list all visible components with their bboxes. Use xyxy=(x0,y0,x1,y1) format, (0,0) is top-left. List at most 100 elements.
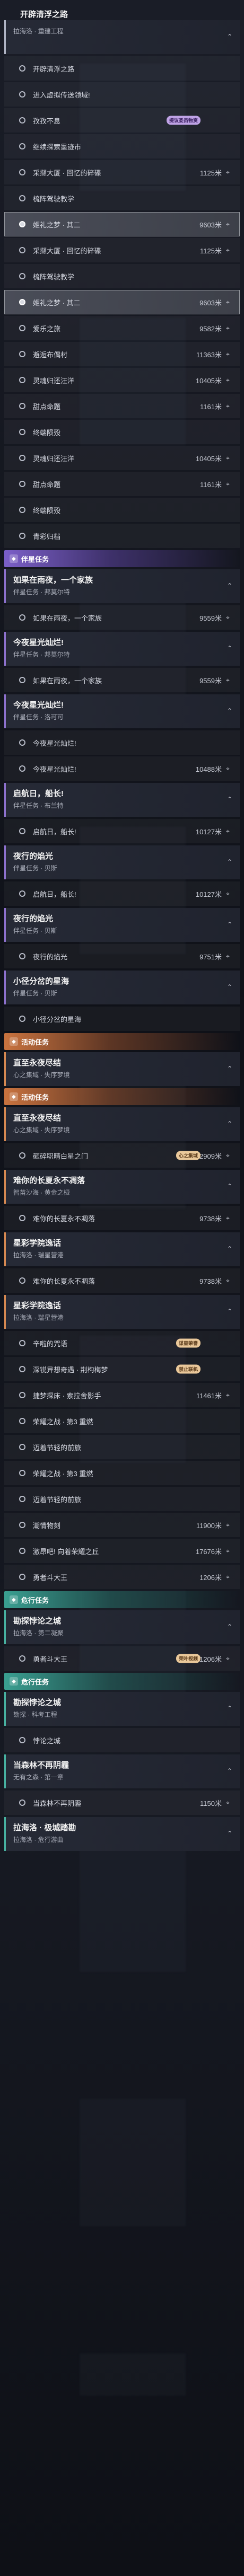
quest-step[interactable]: 爱乐之旅 9582米 ⌖ xyxy=(4,316,240,340)
quest-card[interactable]: 今夜星光灿烂! 伴星任务 · 洛可可 ⌃ xyxy=(4,694,240,728)
quest-card[interactable]: 直至永夜尽结 心之集域 · 失序梦境 ⌃ xyxy=(4,1052,240,1086)
location-pin-icon[interactable]: ⌖ xyxy=(226,1573,232,1581)
collapse-chevron-icon[interactable]: ⌃ xyxy=(227,1246,232,1252)
collapse-chevron-icon[interactable]: ⌃ xyxy=(227,796,232,802)
quest-card[interactable]: 难你的长夏永不凋落 智苗沙海 · 黄金之桠 ⌃ xyxy=(4,1170,240,1204)
collapse-chevron-icon[interactable]: ⌃ xyxy=(227,708,232,714)
quest-step[interactable]: 勇者斗大王 1206米 ⌖ 荣叶视频 xyxy=(4,1646,240,1671)
quest-card[interactable]: 拉海洛 · 极城踏勘 拉海洛 · 危行游曲 ⌃ xyxy=(4,1817,240,1851)
quest-step[interactable]: 砸碎职晴白星之门 2909米 ⌖ 心之集域 xyxy=(4,1143,240,1168)
quest-card[interactable]: 当森林不再阴霾 无有之森 · 第一章 ⌃ xyxy=(4,1754,240,1788)
quest-card[interactable]: 拉海洛 · 重建工程 ⌃ xyxy=(4,20,240,54)
location-pin-icon[interactable]: ⌖ xyxy=(226,480,232,488)
quest-step[interactable]: 深锐异想奇遇 · 荆构梅梦 禁止联机 xyxy=(4,1357,240,1381)
quest-step[interactable]: 悖论之城 xyxy=(4,1728,240,1752)
quest-step[interactable]: 捷梦探床 · 索拉舍影手 11461米 ⌖ xyxy=(4,1383,240,1407)
quest-step[interactable]: 姬礼之梦 · 其二 9603米 ⌖ xyxy=(4,290,240,314)
collapse-chevron-icon[interactable]: ⌃ xyxy=(227,984,232,990)
location-pin-icon[interactable]: ⌖ xyxy=(226,376,232,384)
quest-step[interactable]: 启航日，船长! 10127米 ⌖ xyxy=(4,881,240,906)
quest-step[interactable]: 迈着节轻的前旅 xyxy=(4,1487,240,1511)
quest-card[interactable]: 勘探悖论之城 勘探 · 科考工程 ⌃ xyxy=(4,1692,240,1726)
quest-step[interactable]: 荣耀之战 · 第3 重燃 xyxy=(4,1409,240,1433)
quest-card[interactable]: 星彩学院逸话 拉海洛 · 瑞星营港 ⌃ xyxy=(4,1295,240,1329)
location-pin-icon[interactable]: ⌖ xyxy=(226,169,232,176)
collapse-chevron-icon[interactable]: ⌃ xyxy=(227,1705,232,1712)
location-pin-icon[interactable]: ⌖ xyxy=(226,676,232,684)
location-pin-icon[interactable]: ⌖ xyxy=(226,952,232,960)
location-pin-icon[interactable]: ⌖ xyxy=(226,1547,232,1555)
quest-step[interactable]: 姬礼之梦 · 其二 9603米 ⌖ xyxy=(4,212,240,236)
location-pin-icon[interactable]: ⌖ xyxy=(226,765,232,772)
quest-step[interactable]: 邂逅布偶村 11363米 ⌖ xyxy=(4,342,240,366)
quest-step[interactable]: 如果在雨夜，一个家族 9559米 ⌖ xyxy=(4,605,240,630)
location-pin-icon[interactable]: ⌖ xyxy=(226,614,232,621)
quest-card[interactable]: 夜行的焰光 伴星任务 · 贝斯 ⌃ xyxy=(4,908,240,942)
location-pin-icon[interactable]: ⌖ xyxy=(226,1521,232,1529)
collapse-chevron-icon[interactable]: ⌃ xyxy=(227,921,232,928)
location-pin-icon[interactable]: ⌖ xyxy=(226,454,232,462)
location-pin-icon[interactable]: ⌖ xyxy=(226,1214,232,1222)
collapse-chevron-icon[interactable]: ⌃ xyxy=(227,1308,232,1315)
location-pin-icon[interactable]: ⌖ xyxy=(226,1391,232,1399)
location-pin-icon[interactable]: ⌖ xyxy=(226,324,232,332)
quest-step[interactable]: 青彩归档 xyxy=(4,524,240,548)
location-pin-icon[interactable]: ⌖ xyxy=(226,1152,232,1159)
collapse-chevron-icon[interactable]: ⌃ xyxy=(227,859,232,865)
collapse-chevron-icon[interactable]: ⌃ xyxy=(227,1121,232,1127)
quest-step[interactable]: 进入虚拟传送领域! xyxy=(4,82,240,107)
quest-step[interactable]: 采撷大厦 · 回忆的碎碟 1125米 ⌖ xyxy=(4,160,240,184)
location-pin-icon[interactable]: ⌖ xyxy=(226,350,232,358)
quest-step[interactable]: 荣耀之战 · 第3 重燃 xyxy=(4,1461,240,1485)
collapse-chevron-icon[interactable]: ⌃ xyxy=(227,1768,232,1774)
quest-step[interactable]: 难你的长夏永不凋落 9738米 ⌖ xyxy=(4,1268,240,1293)
quest-step[interactable]: 今夜星光灿烂! xyxy=(4,730,240,755)
quest-step[interactable]: 甜点命题 1161米 ⌖ xyxy=(4,394,240,418)
quest-step[interactable]: 难你的长夏永不凋落 9738米 ⌖ xyxy=(4,1206,240,1230)
location-pin-icon[interactable]: ⌖ xyxy=(226,890,232,897)
quest-step[interactable]: 小径分岔的星海 xyxy=(4,1007,240,1031)
quest-step[interactable]: 开辟清浮之路 xyxy=(4,56,240,81)
quest-step[interactable]: 梳阵驾驶教学 xyxy=(4,264,240,288)
quest-step[interactable]: 如果在雨夜，一个家族 9559米 ⌖ xyxy=(4,668,240,692)
quest-step[interactable]: 灵魂归还汪洋 10405米 ⌖ xyxy=(4,368,240,392)
quest-card[interactable]: 夜行的焰光 伴星任务 · 贝斯 ⌃ xyxy=(4,845,240,879)
collapse-chevron-icon[interactable]: ⌃ xyxy=(227,1065,232,1072)
quest-step[interactable]: 继续探索墨迹市 xyxy=(4,134,240,158)
quest-step[interactable]: 迈着节轻的前旅 xyxy=(4,1435,240,1459)
location-pin-icon[interactable]: ⌖ xyxy=(226,1799,232,1806)
quest-step[interactable]: 灵魂归还汪洋 10405米 ⌖ xyxy=(4,446,240,470)
collapse-chevron-icon[interactable]: ⌃ xyxy=(227,645,232,651)
quest-card[interactable]: 星彩学院逸话 拉海洛 · 瑞星营港 ⌃ xyxy=(4,1232,240,1266)
quest-card[interactable]: 小径分岔的星海 伴星任务 · 贝斯 ⌃ xyxy=(4,971,240,1004)
quest-card[interactable]: 如果在雨夜，一个家族 伴星任务 · 邦莫尔特 ⌃ xyxy=(4,569,240,603)
quest-card[interactable]: 今夜星光灿烂! 伴星任务 · 邦莫尔特 ⌃ xyxy=(4,632,240,666)
location-pin-icon[interactable]: ⌖ xyxy=(226,827,232,835)
quest-step[interactable]: 今夜星光灿烂! 10488米 ⌖ xyxy=(4,756,240,781)
quest-step[interactable]: 辛啦的咒语 谋星荣誉 xyxy=(4,1331,240,1355)
quest-step[interactable]: 当森林不再阴霾 1150米 ⌖ xyxy=(4,1790,240,1815)
collapse-chevron-icon[interactable]: ⌃ xyxy=(227,583,232,589)
quest-step[interactable]: 孜孜不息 提议委员物资 xyxy=(4,108,240,133)
quest-card[interactable]: 启航日，船长! 伴星任务 · 布兰特 ⌃ xyxy=(4,783,240,817)
location-pin-icon[interactable]: ⌖ xyxy=(226,220,232,228)
quest-card[interactable]: 勘探悖论之城 拉海洛 · 第二凝聚 ⌃ xyxy=(4,1610,240,1644)
collapse-chevron-icon[interactable]: ⌃ xyxy=(227,1624,232,1630)
collapse-chevron-icon[interactable]: ⌃ xyxy=(227,1830,232,1837)
quest-step[interactable]: 潮情物刻 11900米 ⌖ xyxy=(4,1513,240,1537)
quest-step[interactable]: 勇者斗大王 1206米 ⌖ xyxy=(4,1565,240,1589)
quest-step[interactable]: 梳阵驾驶教学 xyxy=(4,186,240,210)
location-pin-icon[interactable]: ⌖ xyxy=(226,298,232,306)
quest-step[interactable]: 夜行的焰光 9751米 ⌖ xyxy=(4,944,240,968)
location-pin-icon[interactable]: ⌖ xyxy=(226,1277,232,1284)
quest-step[interactable]: 终端陨殁 xyxy=(4,498,240,522)
collapse-chevron-icon[interactable]: ⌃ xyxy=(227,1183,232,1189)
quest-step[interactable]: 启航日，船长! 10127米 ⌖ xyxy=(4,819,240,843)
quest-step[interactable]: 甜点命题 1161米 ⌖ xyxy=(4,472,240,496)
quest-step[interactable]: 终端陨殁 xyxy=(4,420,240,444)
collapse-chevron-icon[interactable]: ⌃ xyxy=(227,33,232,40)
quest-step[interactable]: 采撷大厦 · 回忆的碎碟 1125米 ⌖ xyxy=(4,238,240,262)
location-pin-icon[interactable]: ⌖ xyxy=(226,402,232,410)
location-pin-icon[interactable]: ⌖ xyxy=(226,1655,232,1662)
location-pin-icon[interactable]: ⌖ xyxy=(226,246,232,254)
